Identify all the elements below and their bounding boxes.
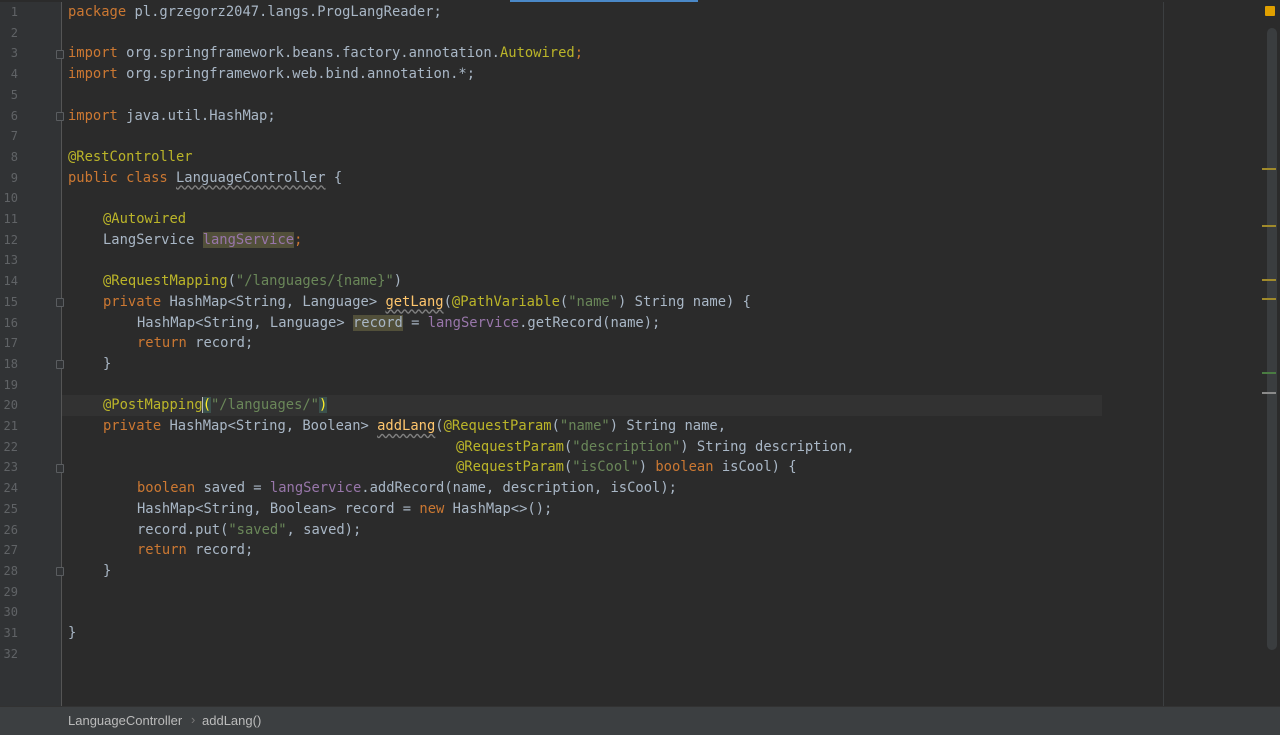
line-number: 4: [10, 67, 18, 82]
line-number: 2: [10, 25, 18, 40]
code-line-25[interactable]: HashMap<String, Boolean> record = new Ha…: [137, 499, 552, 520]
line-number: 7: [10, 129, 18, 144]
line-number: 32: [3, 646, 18, 661]
method-token: getLang: [385, 293, 444, 310]
warning-marker[interactable]: [1262, 279, 1276, 281]
line-number: 22: [3, 439, 18, 454]
breadcrumb-separator-icon: ›: [191, 712, 196, 727]
code-line-21[interactable]: private HashMap<String, Boolean> addLang…: [103, 416, 726, 437]
code-line-23[interactable]: @RequestParam("isCool") boolean isCool) …: [456, 457, 797, 478]
code-line-9[interactable]: public class LanguageController {: [68, 168, 342, 189]
line-number: 25: [3, 501, 18, 516]
code-line-27[interactable]: return record;: [137, 540, 253, 561]
code-line-4[interactable]: import org.springframework.web.bind.anno…: [68, 64, 475, 85]
change-marker[interactable]: [1262, 372, 1276, 374]
line-number: 27: [3, 543, 18, 558]
line-number-gutter[interactable]: 1 2 3 4 5 6 7 8 9 10 11 12 13 14 15 16 1…: [0, 2, 64, 706]
code-line-22[interactable]: @RequestParam("description") String desc…: [456, 437, 855, 458]
breadcrumb-item-class[interactable]: LanguageController: [68, 713, 182, 728]
code-text-area[interactable]: package pl.grzegorz2047.langs.ProgLangRe…: [62, 2, 1280, 706]
code-line-16[interactable]: HashMap<String, Language> record = langS…: [137, 313, 660, 334]
line-number: 18: [3, 356, 18, 371]
code-line-3[interactable]: import org.springframework.beans.factory…: [68, 43, 583, 64]
code-line-6[interactable]: import java.util.HashMap;: [68, 106, 276, 127]
line-number: 20: [3, 398, 18, 413]
line-number: 13: [3, 253, 18, 268]
line-number: 15: [3, 294, 18, 309]
variable-token: record: [352, 314, 403, 331]
scrollbar-thumb[interactable]: [1267, 28, 1277, 650]
warning-icon[interactable]: [1265, 6, 1275, 16]
line-number: 23: [3, 460, 18, 475]
code-line-24[interactable]: boolean saved = langService.addRecord(na…: [137, 478, 677, 499]
line-number: 26: [3, 522, 18, 537]
line-number: 31: [3, 626, 18, 640]
code-line-28[interactable]: }: [103, 561, 111, 582]
line-number: 11: [3, 212, 18, 226]
warning-marker[interactable]: [1262, 298, 1276, 300]
code-line-1[interactable]: package pl.grzegorz2047.langs.ProgLangRe…: [68, 2, 442, 23]
line-number: 21: [3, 419, 18, 433]
line-number: 6: [10, 108, 18, 123]
code-editor[interactable]: 1 2 3 4 5 6 7 8 9 10 11 12 13 14 15 16 1…: [0, 2, 1280, 706]
line-number: 1: [10, 5, 18, 19]
breadcrumb-item-method[interactable]: addLang(): [202, 713, 261, 728]
line-number: 28: [3, 563, 18, 578]
code-line-14[interactable]: @RequestMapping("/languages/{name}"): [103, 271, 402, 292]
code-line-26[interactable]: record.put("saved", saved);: [137, 520, 361, 541]
line-number: 10: [3, 191, 18, 206]
class-name-token: LanguageController: [176, 169, 326, 186]
line-number: 3: [10, 46, 18, 61]
code-line-11[interactable]: @Autowired: [103, 209, 186, 230]
line-number: 16: [3, 315, 18, 330]
line-number: 5: [10, 87, 18, 102]
line-number: 17: [3, 336, 18, 351]
line-number: 8: [10, 149, 18, 164]
code-line-17[interactable]: return record;: [137, 333, 253, 354]
code-line-18[interactable]: }: [103, 354, 111, 375]
line-number: 24: [3, 481, 18, 496]
line-number: 30: [3, 605, 18, 620]
line-number: 19: [3, 377, 18, 392]
field-token: langService: [202, 231, 295, 248]
line-number: 29: [3, 584, 18, 599]
code-line-8[interactable]: @RestController: [68, 147, 193, 168]
method-token: addLang: [377, 418, 436, 434]
breadcrumb: LanguageController › addLang(): [0, 706, 1280, 735]
code-line-12[interactable]: LangService langService;: [103, 230, 302, 251]
line-number: 9: [10, 170, 18, 185]
line-number: 14: [3, 274, 18, 289]
line-number: 12: [3, 232, 18, 247]
caret-marker[interactable]: [1262, 392, 1276, 394]
code-line-15[interactable]: private HashMap<String, Language> getLan…: [103, 292, 751, 313]
right-margin-guide: [1163, 2, 1164, 706]
code-line-31[interactable]: }: [68, 623, 76, 644]
warning-marker[interactable]: [1262, 225, 1276, 227]
warning-marker[interactable]: [1262, 168, 1276, 170]
code-line-20[interactable]: @PostMapping("/languages/"): [103, 395, 328, 416]
error-stripe-scrollbar[interactable]: [1260, 2, 1280, 706]
